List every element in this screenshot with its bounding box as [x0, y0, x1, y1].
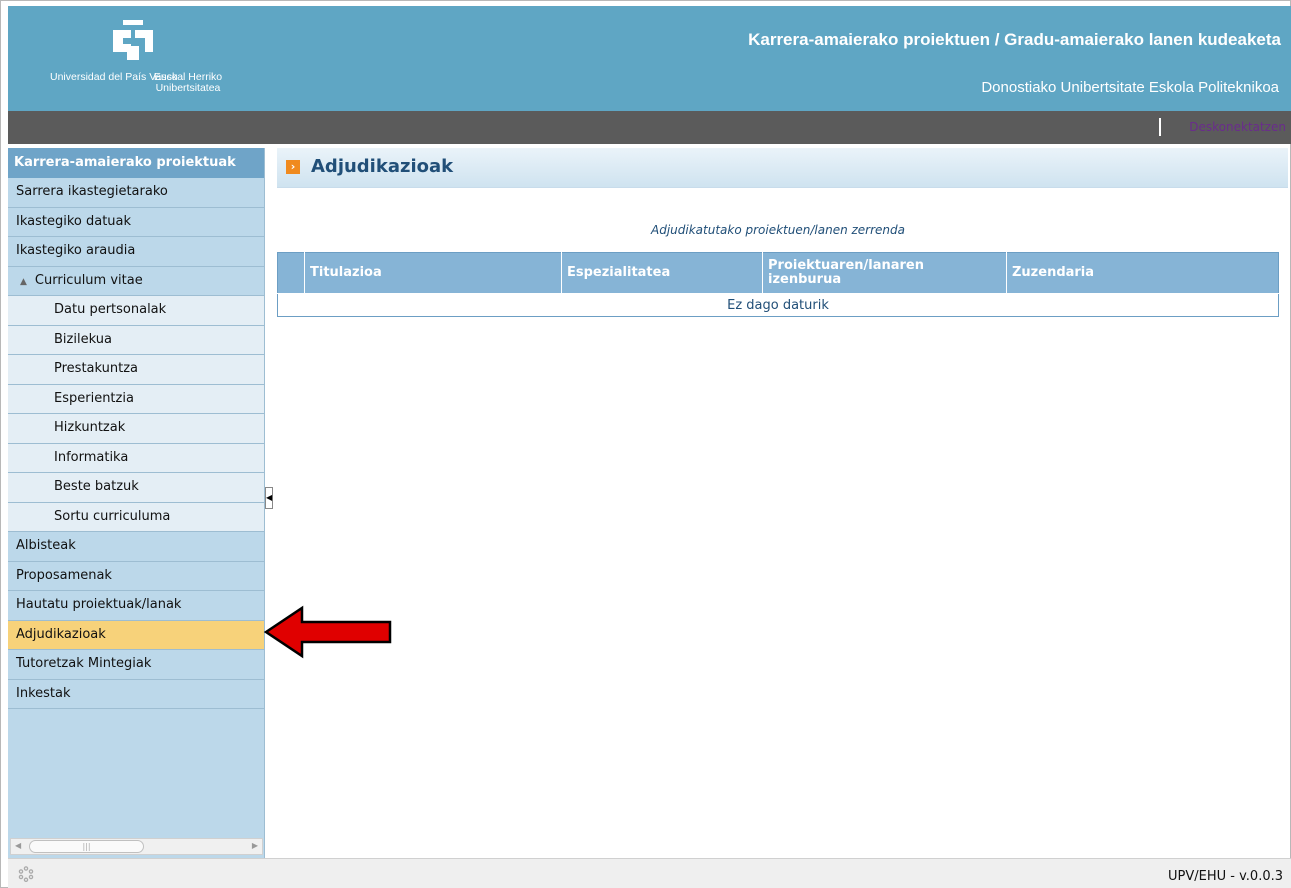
sidebar-item-adjudikazioak[interactable]: Adjudikazioak — [8, 620, 264, 650]
sidebar-item-hautatu-proiektuak[interactable]: Hautatu proiektuak/lanak — [8, 591, 264, 621]
sidebar: Karrera-amaierako proiektuak Sarrera ika… — [8, 148, 265, 858]
column-header-espezialitatea[interactable]: Espezialitatea — [561, 252, 763, 294]
top-bar: Deskonektatzen — [8, 111, 1291, 144]
status-bar: UPV/EHU - v.0.0.3 — [8, 858, 1291, 888]
content-title-bar: › Adjudikazioak — [277, 148, 1288, 188]
sidebar-item-label: Hizkuntzak — [54, 420, 126, 435]
sidebar-item-label: Albisteak — [16, 538, 76, 553]
sidebar-subitem-beste-batzuk[interactable]: Beste batzuk — [8, 473, 264, 503]
table-caption: Adjudikatutako proiektuen/lanen zerrenda — [651, 223, 905, 237]
sidebar-item-label: Sarrera ikastegietarako — [16, 184, 168, 199]
sidebar-item-label: Proposamenak — [16, 567, 112, 583]
sidebar-item-curriculum-vitae[interactable]: ▲ Curriculum vitae — [8, 267, 264, 296]
column-header-zuzendaria[interactable]: Zuzendaria — [1006, 252, 1279, 294]
scrollbar-thumb[interactable]: ||| — [29, 840, 144, 853]
collapse-triangle-icon: ▲ — [20, 276, 27, 287]
table-row: Ez dago daturik — [277, 293, 1279, 317]
sidebar-item-label: Beste batzuk — [54, 479, 139, 494]
sidebar-horizontal-scrollbar[interactable]: ◀ ||| ▶ — [10, 838, 263, 855]
sidebar-item-albisteak[interactable]: Albisteak — [8, 532, 264, 562]
sidebar-item-label: Informatika — [54, 449, 129, 465]
university-logo: Universidad del País Vasco Euskal Herrik… — [28, 12, 238, 102]
app-subtitle: Donostiako Unibertsitate Eskola Politekn… — [981, 79, 1279, 96]
sidebar-subitem-prestakuntza[interactable]: Prestakuntza — [8, 355, 264, 385]
chevron-right-icon: › — [286, 160, 300, 174]
column-header-izenburua[interactable]: Proiektuaren/lanaren izenburua — [762, 252, 1007, 294]
collapse-sidebar-handle[interactable]: ◀ — [265, 487, 273, 509]
red-arrow-annotation-icon — [263, 605, 392, 659]
sidebar-subitem-esperientzia[interactable]: Esperientzia — [8, 384, 264, 414]
sidebar-item-label: Ikastegiko datuak — [16, 213, 132, 229]
sidebar-item-proposamenak[interactable]: Proposamenak — [8, 562, 264, 591]
version-label: UPV/EHU - v.0.0.3 — [1168, 869, 1283, 884]
sidebar-subitem-sortu-curriculuma[interactable]: Sortu curriculuma — [8, 502, 264, 532]
logout-link[interactable]: Deskonektatzen — [1189, 120, 1286, 134]
column-header-select — [277, 252, 305, 294]
sidebar-item-label: Ikastegiko araudia — [16, 243, 136, 258]
sidebar-subitem-bizilekua[interactable]: Bizilekua — [8, 325, 264, 355]
sidebar-item-sarrera[interactable]: Sarrera ikastegietarako — [8, 178, 264, 208]
scroll-right-arrow-icon[interactable]: ▶ — [252, 841, 258, 850]
loading-spinner-icon — [18, 866, 34, 882]
sidebar-item-label: Adjudikazioak — [16, 626, 106, 642]
empty-table-message: Ez dago daturik — [277, 293, 1279, 317]
upv-ehu-logo-icon — [113, 20, 153, 60]
scroll-left-arrow-icon[interactable]: ◀ — [15, 841, 21, 850]
sidebar-item-tutoretzak-mintegiak[interactable]: Tutoretzak Mintegiak — [8, 650, 264, 680]
sidebar-subitem-informatika[interactable]: Informatika — [8, 443, 264, 473]
sidebar-item-ikastegiko-datuak[interactable]: Ikastegiko datuak — [8, 208, 264, 237]
sidebar-item-ikastegiko-araudia[interactable]: Ikastegiko araudia — [8, 237, 264, 267]
sidebar-item-label: Prestakuntza — [54, 361, 138, 376]
column-header-titulazioa[interactable]: Titulazioa — [304, 252, 562, 294]
sidebar-item-label: Sortu curriculuma — [54, 508, 171, 524]
logo-text-eu: Euskal Herriko Unibertsitatea — [153, 71, 223, 94]
sidebar-item-label: Inkestak — [16, 685, 71, 701]
sidebar-item-label: Bizilekua — [54, 331, 112, 347]
sidebar-subitem-hizkuntzak[interactable]: Hizkuntzak — [8, 414, 264, 444]
table-header-row: Titulazioa Espezialitatea Proiektuaren/l… — [277, 252, 1279, 294]
app-header: Universidad del País Vasco Euskal Herrik… — [8, 6, 1291, 111]
sidebar-item-inkestak[interactable]: Inkestak — [8, 680, 264, 709]
assignments-table: Titulazioa Espezialitatea Proiektuaren/l… — [277, 252, 1279, 317]
sidebar-item-label: Tutoretzak Mintegiak — [16, 656, 152, 671]
sidebar-item-label: Esperientzia — [54, 390, 134, 406]
page-title: Adjudikazioak — [311, 156, 454, 177]
top-bar-separator — [1159, 118, 1161, 136]
app-title: Karrera-amaierako proiektuen / Gradu-ama… — [748, 30, 1281, 49]
sidebar-subitem-datu-pertsonalak[interactable]: Datu pertsonalak — [8, 296, 264, 326]
sidebar-item-label: Datu pertsonalak — [54, 302, 167, 317]
sidebar-item-label: Hautatu proiektuak/lanak — [16, 597, 182, 612]
sidebar-header[interactable]: Karrera-amaierako proiektuak — [8, 148, 264, 178]
sidebar-item-label: Curriculum vitae — [34, 272, 143, 288]
